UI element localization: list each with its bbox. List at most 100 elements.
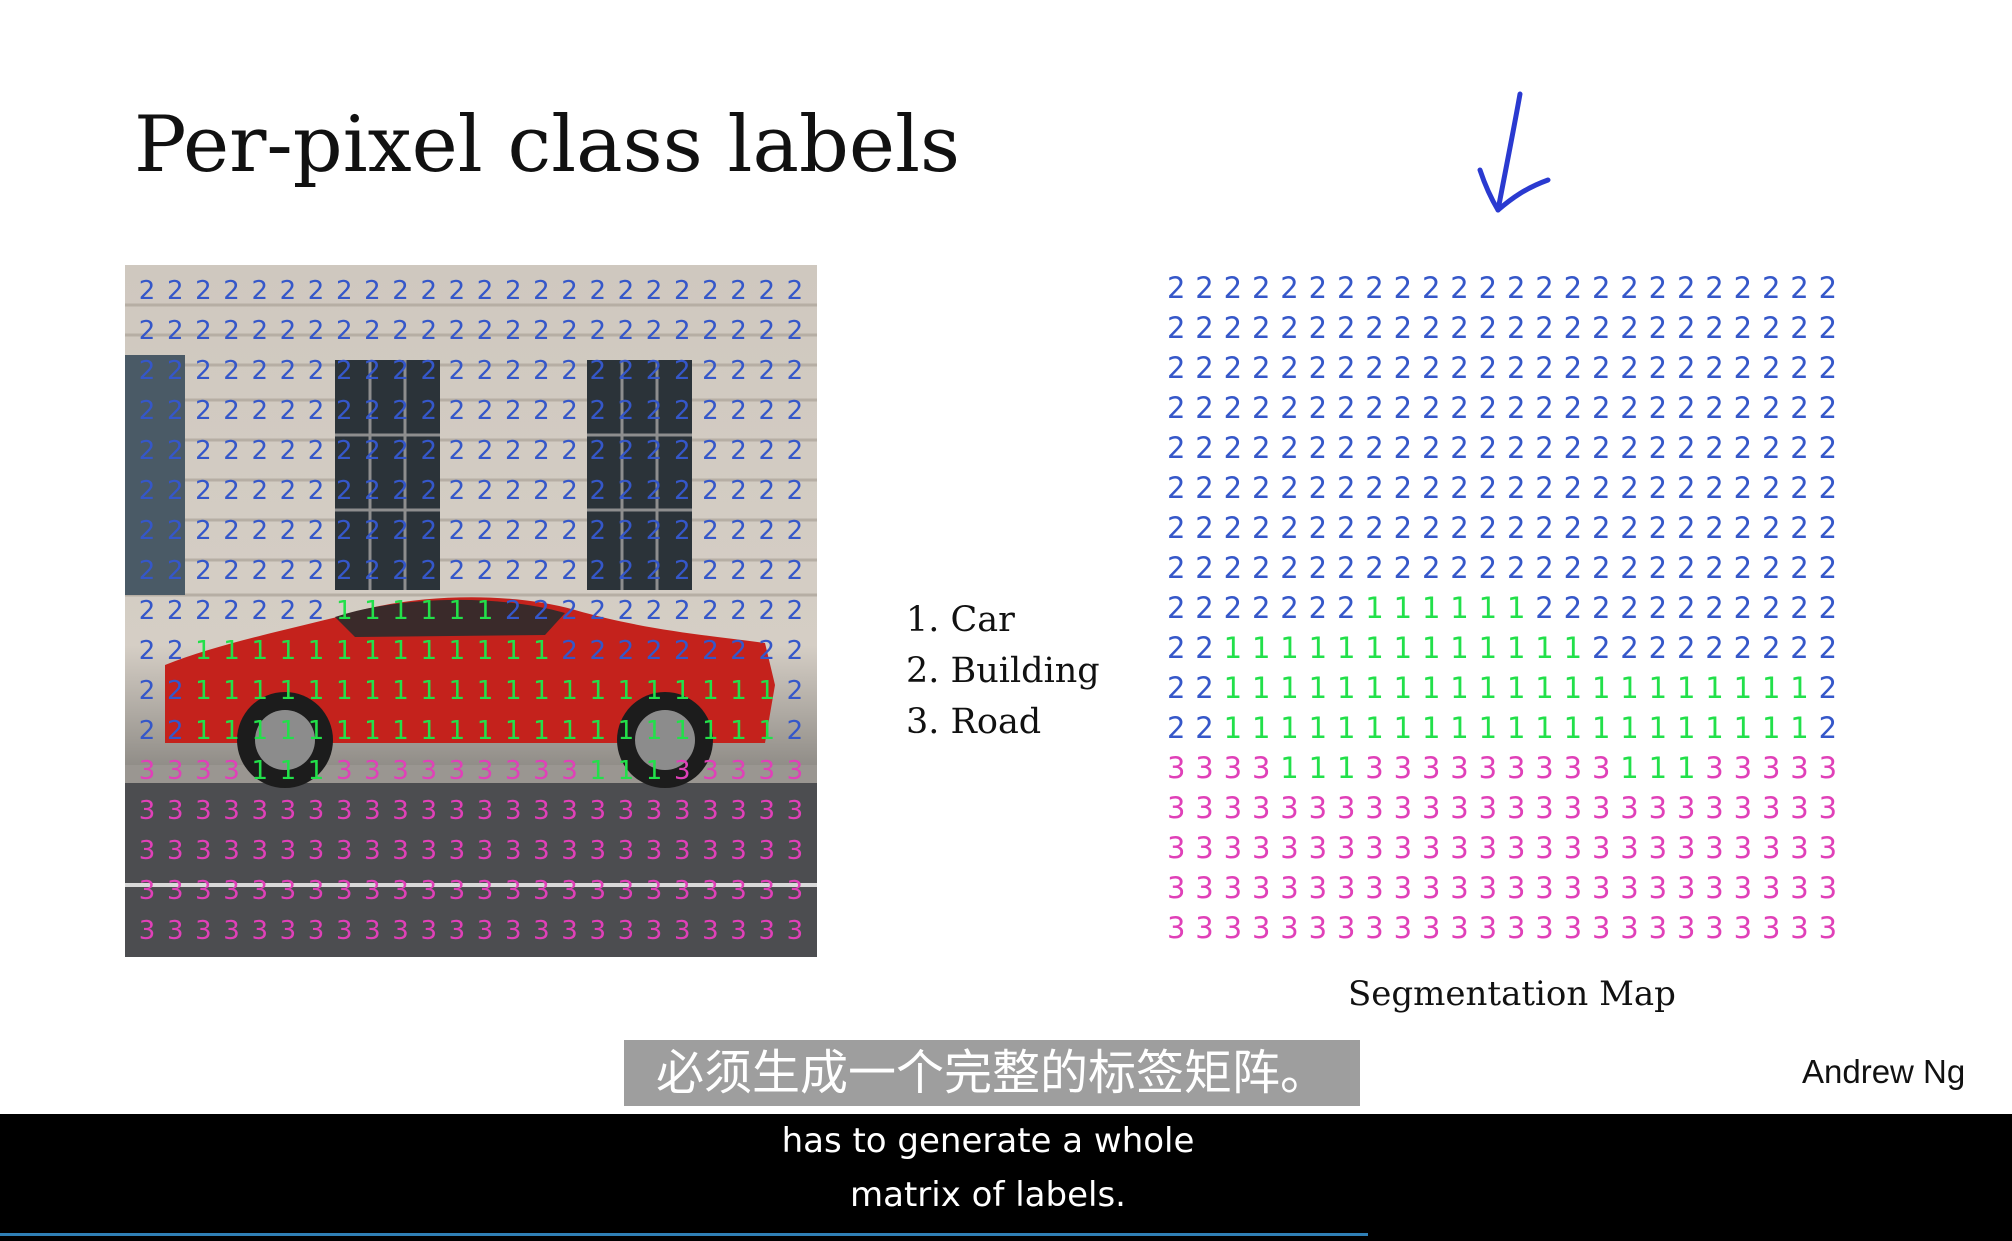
overlay-label: 3 bbox=[589, 876, 607, 906]
overlay-label: 2 bbox=[758, 276, 776, 306]
segmentation-label: 3 bbox=[1535, 910, 1554, 945]
segmentation-label: 2 bbox=[1336, 510, 1356, 545]
segmentation-label: 2 bbox=[1591, 430, 1611, 465]
overlay-label: 2 bbox=[561, 356, 578, 386]
segmentation-label: 2 bbox=[1365, 510, 1384, 545]
segmentation-label: 3 bbox=[1790, 910, 1809, 945]
overlay-label: 3 bbox=[307, 796, 325, 826]
segmentation-label: 3 bbox=[1251, 830, 1271, 865]
segmentation-label: 2 bbox=[1478, 550, 1498, 585]
overlay-label: 2 bbox=[335, 396, 353, 426]
segmentation-map: 2222222222222222222222222222222222222222… bbox=[1162, 268, 1842, 948]
overlay-label: 2 bbox=[617, 396, 635, 426]
overlay-label: 2 bbox=[448, 476, 466, 506]
overlay-label: 3 bbox=[476, 916, 494, 946]
segmentation-label: 1 bbox=[1478, 590, 1498, 625]
overlay-label: 1 bbox=[702, 676, 719, 706]
segmentation-label: 3 bbox=[1280, 790, 1299, 825]
segmentation-label: 1 bbox=[1478, 630, 1498, 665]
segmentation-label: 3 bbox=[1733, 910, 1753, 945]
slide-title: Per-pixel class labels bbox=[134, 100, 961, 190]
overlay-label: 2 bbox=[617, 316, 635, 346]
overlay-label: 3 bbox=[504, 796, 522, 826]
overlay-label: 2 bbox=[420, 316, 438, 346]
overlay-label: 2 bbox=[504, 556, 522, 586]
segmentation-label: 2 bbox=[1195, 350, 1214, 385]
segmentation-label: 3 bbox=[1450, 910, 1469, 945]
overlay-label: 2 bbox=[589, 636, 607, 666]
segmentation-label: 2 bbox=[1818, 590, 1838, 625]
segmentation-label: 1 bbox=[1478, 670, 1498, 705]
segmentation-label: 3 bbox=[1478, 750, 1498, 785]
segmentation-label: 3 bbox=[1705, 790, 1724, 825]
segmentation-label: 2 bbox=[1733, 470, 1753, 505]
segmentation-label: 3 bbox=[1308, 910, 1328, 945]
segmentation-label: 2 bbox=[1166, 670, 1186, 705]
overlay-label: 3 bbox=[617, 876, 635, 906]
playback-progress-bar[interactable] bbox=[0, 1233, 1369, 1236]
overlay-label: 1 bbox=[504, 636, 522, 666]
overlay-label: 3 bbox=[645, 796, 663, 826]
segmentation-label: 2 bbox=[1733, 430, 1753, 465]
overlay-label: 3 bbox=[786, 916, 804, 946]
overlay-label: 2 bbox=[589, 556, 607, 586]
overlay-label: 2 bbox=[392, 396, 409, 426]
overlay-label: 2 bbox=[166, 316, 184, 346]
legend-item-road: 3. Road bbox=[906, 702, 1042, 742]
overlay-label: 2 bbox=[364, 476, 381, 506]
segmentation-label: 3 bbox=[1790, 870, 1809, 905]
overlay-label: 2 bbox=[364, 436, 381, 466]
segmentation-label: 1 bbox=[1421, 630, 1441, 665]
overlay-label: 1 bbox=[533, 636, 550, 666]
overlay-label: 2 bbox=[645, 556, 663, 586]
overlay-label: 2 bbox=[476, 356, 494, 386]
segmentation-label: 2 bbox=[1336, 430, 1356, 465]
segmentation-label: 1 bbox=[1393, 710, 1413, 745]
segmentation-label: 3 bbox=[1620, 830, 1639, 865]
overlay-label: 3 bbox=[420, 836, 438, 866]
overlay-label: 3 bbox=[533, 836, 550, 866]
segmentation-label: 2 bbox=[1790, 470, 1809, 505]
segmentation-label: 1 bbox=[1790, 710, 1809, 745]
overlay-label: 3 bbox=[420, 916, 438, 946]
overlay-label: 2 bbox=[307, 396, 325, 426]
overlay-label: 2 bbox=[392, 436, 409, 466]
segmentation-label: 2 bbox=[1280, 430, 1299, 465]
overlay-label: 3 bbox=[758, 876, 776, 906]
segmentation-label: 2 bbox=[1365, 390, 1384, 425]
segmentation-label: 2 bbox=[1705, 350, 1724, 385]
overlay-label: 3 bbox=[279, 796, 297, 826]
overlay-label: 3 bbox=[448, 836, 466, 866]
overlay-label: 2 bbox=[335, 436, 353, 466]
segmentation-label: 2 bbox=[1251, 590, 1271, 625]
segmentation-label: 2 bbox=[1421, 550, 1441, 585]
segmentation-label: 2 bbox=[1790, 590, 1809, 625]
segmentation-label: 2 bbox=[1761, 270, 1781, 305]
overlay-label: 2 bbox=[448, 396, 466, 426]
subtitle-chinese: 必须生成一个完整的标签矩阵。 bbox=[624, 1040, 1360, 1106]
segmentation-label: 2 bbox=[1506, 550, 1526, 585]
overlay-label: 2 bbox=[561, 476, 578, 506]
overlay-label: 2 bbox=[561, 316, 578, 346]
overlay-label: 3 bbox=[307, 916, 325, 946]
segmentation-label: 2 bbox=[1705, 430, 1724, 465]
overlay-label: 3 bbox=[195, 756, 212, 786]
segmentation-label: 2 bbox=[1535, 270, 1554, 305]
overlay-label: 1 bbox=[617, 756, 635, 786]
segmentation-label: 2 bbox=[1336, 270, 1356, 305]
segmentation-label: 2 bbox=[1223, 430, 1243, 465]
segmentation-label: 3 bbox=[1336, 870, 1356, 905]
segmentation-label: 2 bbox=[1450, 510, 1469, 545]
overlay-label: 2 bbox=[223, 396, 240, 426]
overlay-label: 2 bbox=[364, 396, 381, 426]
overlay-label: 2 bbox=[617, 556, 635, 586]
segmentation-label: 2 bbox=[1591, 310, 1611, 345]
overlay-label: 2 bbox=[251, 316, 269, 346]
segmentation-label: 1 bbox=[1308, 670, 1328, 705]
segmentation-label: 3 bbox=[1450, 750, 1469, 785]
segmentation-label: 3 bbox=[1336, 790, 1356, 825]
overlay-label: 3 bbox=[392, 836, 409, 866]
overlay-label: 3 bbox=[166, 916, 184, 946]
overlay-label: 2 bbox=[138, 396, 156, 426]
overlay-label: 3 bbox=[533, 876, 550, 906]
